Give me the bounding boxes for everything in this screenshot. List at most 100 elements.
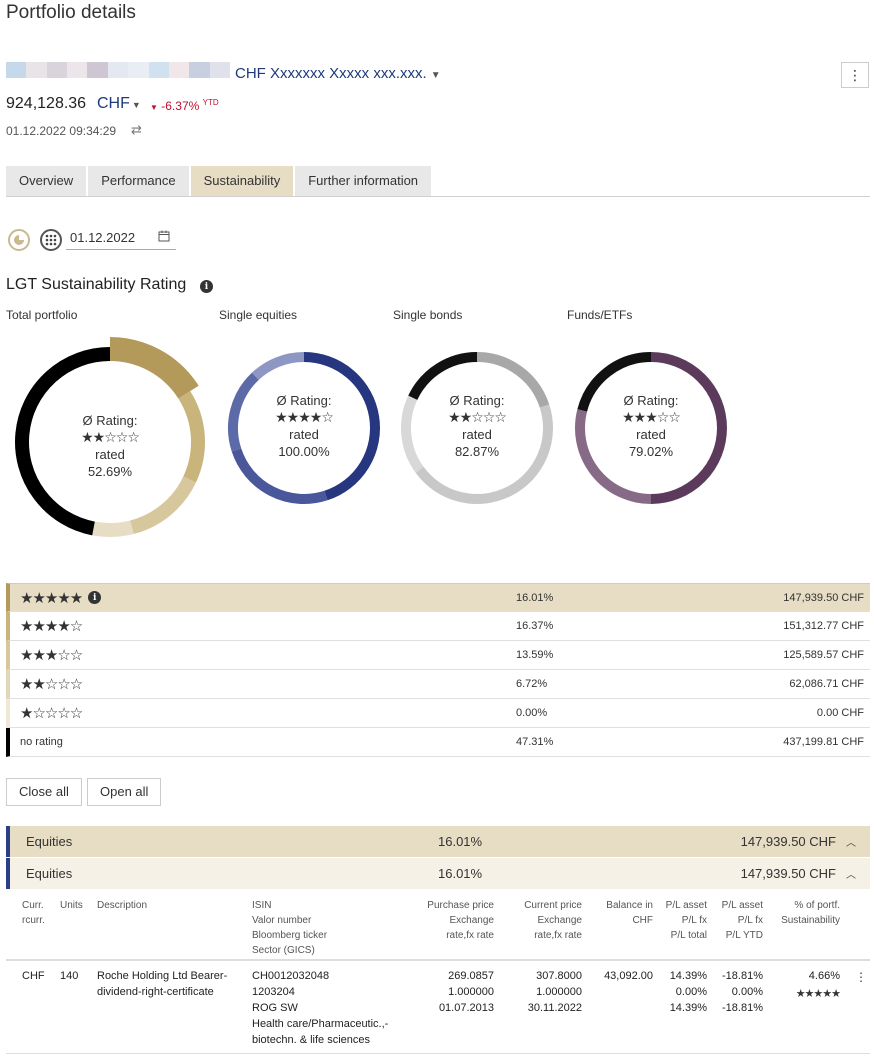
header-line: % of portf. (794, 900, 840, 911)
header-line: P/L fx (681, 915, 707, 926)
star-rating-icon: ★★☆☆☆ (448, 409, 507, 425)
star-rating-icon: ★★★☆☆ (622, 409, 681, 425)
down-arrow-icon: ▼ (150, 103, 158, 112)
header-line: rcurr. (22, 915, 45, 926)
grid-icon (45, 234, 57, 246)
cell-pct-portf: 4.66% ★★★★★ (796, 968, 841, 1002)
column-header-balance[interactable]: Balance in CHF (606, 898, 653, 928)
cell-current: 307.8000 1.000000 30.11.2022 (528, 968, 582, 1016)
section-title: LGT Sustainability Rating (6, 276, 187, 293)
cell-line: biotechn. & life sciences (252, 1034, 371, 1046)
donut-segment[interactable] (109, 337, 199, 399)
column-header-isin[interactable]: ISIN Valor number Bloomberg ticker Sector (… (252, 898, 327, 958)
table-row-divider (6, 1053, 870, 1054)
cell-line: Health care/Pharmaceutic.,- (252, 1018, 389, 1030)
chevron-up-icon[interactable]: ︿ (846, 834, 856, 849)
column-header-pl-asset-ytd[interactable]: P/L asset P/L fx P/L YTD (722, 898, 763, 943)
tab-further-information[interactable]: Further information (295, 166, 432, 196)
donut-segment[interactable] (251, 352, 305, 381)
rating-pct: 16.37% (516, 620, 554, 632)
account-name: CHF Xxxxxxx Xxxxx xxx.xxx. (235, 65, 427, 82)
header-line: rate,fx rate (446, 930, 494, 941)
header-line: Units (60, 900, 83, 911)
cell-pl-asset: 14.39% 0.00% 14.39% (670, 968, 707, 1016)
column-header-current[interactable]: Current price Exchange rate,fx rate (524, 898, 582, 943)
header-line: Purchase price (427, 900, 494, 911)
info-icon[interactable]: i (200, 280, 213, 293)
account-selector[interactable]: CHF Xxxxxxx Xxxxx xxx.xxx. ▼ (235, 65, 441, 82)
header-line: Balance in (606, 900, 653, 911)
rating-amount: 62,086.71 CHF (789, 678, 864, 690)
account-logo-strip (6, 62, 230, 78)
cell-line: 1.000000 (448, 986, 494, 998)
rating-row: no rating 47.31% 437,199.81 CHF (6, 728, 870, 757)
group-header-equities[interactable]: Equities 16.01% 147,939.50 CHF ︿ (6, 826, 870, 857)
group-amount: 147,939.50 CHF (740, 866, 836, 881)
row-menu-icon[interactable]: ⋮ (855, 970, 867, 984)
donut-title: Total portfolio (6, 308, 78, 322)
total-value: 924,128.36 (6, 95, 87, 112)
rating-pct: 0.00% (516, 707, 548, 719)
calendar-icon[interactable] (158, 230, 170, 245)
rating-label: no rating (20, 736, 63, 748)
close-all-button[interactable]: Close all (6, 778, 82, 806)
rating-table: ★★★★★ i 16.01% 147,939.50 CHF ★★★★☆ 16.37% 151… (6, 583, 870, 757)
rating-amount: 437,199.81 CHF (783, 736, 864, 748)
header-line: Exchange (537, 915, 582, 926)
open-all-button[interactable]: Open all (87, 778, 162, 806)
group-label: Equities (26, 866, 73, 881)
tab-sustainability[interactable]: Sustainability (190, 166, 294, 196)
chevron-up-icon[interactable]: ︿ (846, 866, 856, 881)
rated-label: rated (462, 427, 492, 442)
cell-line: dividend-right-certificate (97, 986, 214, 998)
cell-purchase: 269.0857 1.000000 01.07.2013 (439, 968, 494, 1016)
cell-value: CHF (22, 970, 45, 982)
cell-value: 140 (60, 970, 79, 982)
pie-chart-view-button[interactable] (8, 229, 30, 251)
cell-line: 269.0857 (448, 970, 494, 982)
column-header-pl-asset[interactable]: P/L asset P/L fx P/L total (666, 898, 707, 943)
donut-segment[interactable] (92, 520, 134, 537)
group-pct: 16.01% (438, 834, 483, 849)
donut-center-text: Ø Rating: ★★☆☆☆ rated 52.69% (50, 412, 170, 480)
rating-pct: 6.72% (516, 678, 548, 690)
rating-pct: 13.59% (516, 649, 554, 661)
tab-performance[interactable]: Performance (88, 166, 189, 196)
grid-view-button[interactable] (40, 229, 62, 251)
more-options-button[interactable]: ⋮ (841, 62, 869, 88)
column-header-pct-portf[interactable]: % of portf. Sustainability (781, 898, 840, 928)
cell-line: 01.07.2013 (438, 1002, 494, 1014)
donut-segment[interactable] (129, 476, 196, 535)
cell-line: CH0012032048 (252, 970, 330, 982)
column-header-purchase[interactable]: Purchase price Exchange rate,fx rate (427, 898, 494, 943)
cell-line: 0.00% (675, 986, 707, 998)
donut-center-text: Ø Rating: ★★☆☆☆ rated 82.87% (417, 392, 537, 460)
cell-line: ROG SW (252, 1002, 298, 1014)
ytd-label: YTD (202, 98, 219, 107)
rating-pct: 16.01% (516, 591, 554, 604)
cell-value: 43,092.00 (604, 970, 653, 982)
donut-segment[interactable] (178, 391, 205, 483)
cell-isin: CH0012032048 1203204 ROG SW Health care/Pha… (252, 968, 388, 1048)
column-header-curr[interactable]: Curr. rcurr. (22, 898, 45, 928)
table-header-divider (6, 959, 870, 961)
donut-center-text: Ø Rating: ★★★☆☆ rated 79.02% (591, 392, 711, 460)
column-header-description[interactable]: Description (97, 898, 147, 913)
cell-balance: 43,092.00 (604, 968, 653, 984)
rated-label: rated (636, 427, 666, 442)
header-line: P/L asset (721, 900, 763, 911)
rated-pct: 52.69% (87, 464, 133, 479)
cell-description: Roche Holding Ltd Bearer-dividend-right-… (97, 968, 227, 1000)
refresh-icon[interactable]: ⇄ (131, 122, 142, 138)
cell-line: 14.39% (669, 970, 707, 982)
column-header-units[interactable]: Units (60, 898, 83, 913)
info-icon[interactable]: i (88, 591, 102, 604)
star-rating-icon: ★★☆☆☆ (20, 676, 83, 693)
rating-amount: 125,589.57 CHF (783, 649, 864, 661)
tab-overview[interactable]: Overview (6, 166, 87, 196)
page-title: Portfolio details (6, 2, 136, 23)
subgroup-header-equities[interactable]: Equities 16.01% 147,939.50 CHF ︿ (6, 858, 870, 889)
star-rating-icon: ★☆☆☆☆ (20, 705, 83, 722)
currency-selector[interactable]: CHF ▼ (97, 95, 141, 113)
star-rating-icon: ★★★☆☆ (20, 647, 83, 664)
